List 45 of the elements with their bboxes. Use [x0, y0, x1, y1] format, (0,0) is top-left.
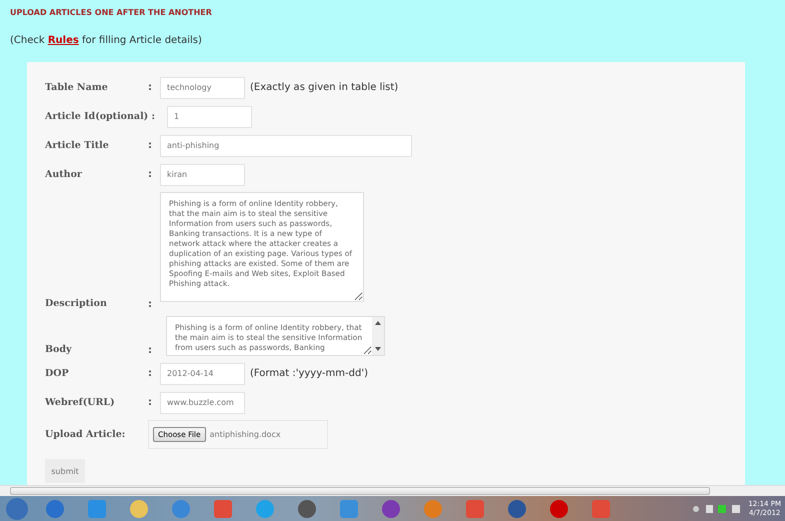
- text-field[interactable]: kiran: [160, 164, 245, 186]
- field-label: Article Title: [45, 139, 110, 152]
- rules-note: (Check Rules for filling Article details): [10, 35, 203, 46]
- colon: :: [148, 169, 153, 180]
- text-field[interactable]: technology: [160, 76, 245, 98]
- field-label: Author: [45, 168, 83, 181]
- colon: :: [148, 299, 153, 310]
- text-field[interactable]: 1: [167, 106, 252, 128]
- round-app-icon[interactable]: [45, 498, 65, 518]
- scroll-up-icon[interactable]: [375, 321, 381, 325]
- square-app-icon[interactable]: [87, 498, 107, 518]
- rules-link[interactable]: Rules: [48, 35, 79, 46]
- page-heading: UPLOAD ARTICLES ONE AFTER THE ANOTHER: [10, 8, 213, 17]
- field-label: Table Name: [45, 81, 109, 94]
- text-field[interactable]: anti-phishing: [160, 134, 412, 156]
- field-label: Upload Article:: [45, 428, 126, 441]
- field-hint: (Format :'yyyy-mm-dd'): [250, 368, 368, 379]
- start-button[interactable]: [4, 496, 30, 520]
- square-app-icon[interactable]: [591, 498, 611, 518]
- field-label: Description: [45, 297, 108, 310]
- round-app-icon[interactable]: [549, 498, 569, 518]
- colon: :: [148, 82, 153, 93]
- round-app-icon[interactable]: [297, 498, 317, 518]
- horizontal-scrollbar[interactable]: [0, 485, 785, 496]
- square-app-icon[interactable]: [213, 498, 233, 518]
- round-app-icon[interactable]: [381, 498, 401, 518]
- colon: :: [148, 345, 153, 356]
- text-field[interactable]: 2012-04-14: [160, 362, 245, 384]
- field-hint: (Exactly as given in table list): [250, 82, 398, 93]
- square-app-icon[interactable]: [465, 498, 485, 518]
- field-label: Article Id(optional) :: [45, 110, 155, 123]
- file-name: antiphishing.docx: [210, 430, 281, 439]
- field-label: Body: [45, 343, 73, 356]
- submit-button[interactable]: submit: [45, 459, 85, 483]
- round-app-icon[interactable]: [129, 498, 149, 518]
- field-label: DOP: [45, 367, 70, 380]
- round-app-icon[interactable]: [507, 498, 527, 518]
- colon: :: [148, 140, 153, 151]
- text-field[interactable]: www.buzzle.com: [160, 392, 245, 414]
- square-app-icon[interactable]: [339, 498, 359, 518]
- field-label: Webref(URL): [45, 396, 116, 409]
- round-app-icon[interactable]: [171, 498, 191, 518]
- scroll-down-icon[interactable]: [375, 347, 381, 351]
- colon: :: [148, 397, 153, 408]
- colon: :: [148, 368, 153, 379]
